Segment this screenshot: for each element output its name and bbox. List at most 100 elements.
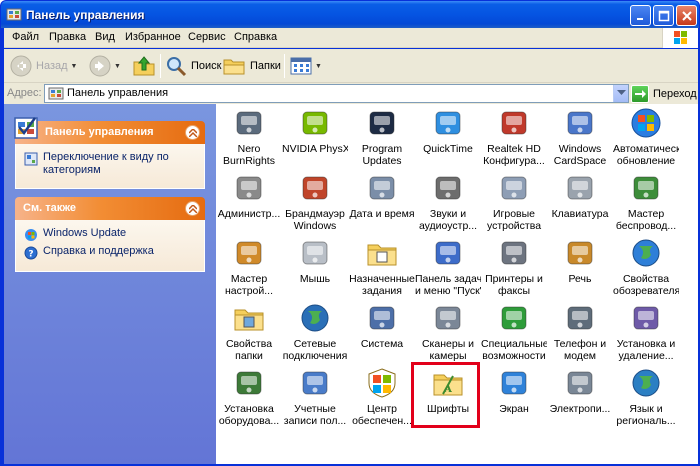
control-panel-item[interactable]: Система [349,301,415,350]
control-panel-item[interactable]: Панель задач и меню "Пуск" [415,236,481,297]
back-arrow-icon [10,55,32,77]
minimize-button[interactable] [630,5,651,26]
help-icon: ? [24,246,38,260]
item-label-line1: Nero [237,143,261,155]
item-label-line2: беспровод... [615,220,677,232]
control-panel-item[interactable]: Свойства обозревателя [613,236,679,297]
collapse-chevron-icon[interactable] [185,125,200,140]
item-label-line2: подключения [282,350,348,362]
see-also-section-title: См. также [23,202,76,214]
control-panel-item[interactable]: Клавиатура [547,171,613,220]
windows-update-link[interactable]: Windows Update [24,227,198,242]
menu-view[interactable]: Вид [95,31,115,43]
taskbar-icon [435,241,461,265]
network-icon [301,304,329,332]
item-label-line1: NVIDIA PhysX [282,143,348,155]
accessibility-icon [501,306,527,330]
go-button[interactable]: Переход [631,84,697,103]
control-panel-item[interactable]: Брандмауэр Windows [282,171,348,232]
control-panel-item[interactable]: Телефон и модем [547,301,613,362]
control-panel-item[interactable]: Установка и удаление... [613,301,679,362]
item-label-line1: Речь [568,273,592,285]
clock-icon [369,176,395,200]
item-label-line1: Клавиатура [551,208,609,220]
control-panel-item[interactable]: Принтеры и факсы [481,236,547,297]
windows-update-icon [25,229,37,241]
up-folder-button[interactable] [132,53,156,79]
control-panel-item[interactable]: Мастер беспровод... [613,171,679,232]
control-panel-item[interactable]: Назначенные задания [349,236,415,297]
title-bar[interactable]: Панель управления [1,1,699,28]
item-label-line1: Учетные [294,403,336,415]
menu-tools[interactable]: Сервис [188,31,226,43]
item-label-line2: BurnRights [223,155,275,167]
menu-bar: Файл Правка Вид Избранное Сервис Справка [4,28,698,48]
control-panel-item[interactable]: NVIDIA PhysX [282,106,348,155]
control-panel-item[interactable]: Windows CardSpace [547,106,613,167]
item-label-line1: Мастер [230,273,268,285]
control-panel-item[interactable]: Учетные записи пол... [282,366,348,427]
item-label-line1: Шрифты [426,403,470,415]
views-dropdown-icon[interactable]: ▼ [315,63,322,70]
speaker-icon [435,176,461,200]
control-panel-item[interactable]: Мышь [282,236,348,285]
svg-text:?: ? [28,250,33,260]
admin-tools-icon [236,176,262,200]
control-panel-item[interactable]: Realtek HD Конфигура... [481,106,547,167]
control-panel-section-header[interactable]: Панель управления [14,117,205,144]
control-panel-item[interactable]: Дата и время [349,171,415,220]
control-panel-item[interactable]: Сканеры и камеры [415,301,481,362]
control-panel-item[interactable]: Администр... [216,171,282,220]
item-label-line1: Сканеры и [421,338,475,350]
close-button[interactable] [676,5,697,26]
see-also-section-header[interactable]: См. также [15,197,205,220]
back-button[interactable]: Назад ▼ [10,53,77,79]
item-label-line2: и меню "Пуск" [415,285,481,297]
see-also-section-body: Windows Update ? Справка и поддержка [15,220,205,272]
address-input[interactable]: Панель управления [44,84,629,103]
control-panel-item[interactable]: Специальные возможности [481,301,547,362]
views-button[interactable]: ▼ [290,53,322,79]
forward-dropdown-icon[interactable]: ▼ [114,63,121,70]
phone-icon [567,306,593,330]
menu-edit[interactable]: Правка [49,31,86,43]
item-label-line2: региональ... [616,415,676,427]
help-and-support-link[interactable]: ? Справка и поддержка [24,245,198,260]
control-panel-item[interactable]: Program Updates [349,106,415,167]
address-dropdown-button[interactable] [613,85,628,102]
control-panel-item[interactable]: Речь [547,236,613,285]
folders-button[interactable]: Папки [222,53,281,79]
control-panel-item[interactable]: Сетевые подключения [282,301,348,362]
maximize-button[interactable] [653,5,674,26]
control-panel-item[interactable]: Nero BurnRights [216,106,282,167]
control-panel-item[interactable]: Автоматическ...обновление [613,106,679,167]
control-panel-small-icon [48,87,64,100]
back-dropdown-icon[interactable]: ▼ [71,63,78,70]
menu-file[interactable]: Файл [12,31,39,43]
control-panel-item[interactable]: Электропи... [547,366,613,415]
control-panel-item[interactable]: Звуки и аудиоустр... [415,171,481,232]
category-view-icon [24,152,38,166]
control-panel-item[interactable]: QuickTime [415,106,481,155]
item-label-line1: Автоматическ... [613,143,679,155]
item-label-line2: удаление... [618,350,674,362]
speech-icon [567,241,593,265]
menu-favorites[interactable]: Избранное [125,31,181,43]
control-panel-item[interactable]: Центр обеспечен... [349,366,415,427]
search-button[interactable]: Поиск [165,53,221,79]
control-panel-item[interactable]: Экран [481,366,547,415]
forward-button[interactable]: ▼ [89,53,121,79]
control-panel-item[interactable]: Мастер настрой... [216,236,282,297]
control-panel-item[interactable]: Игровые устройства [481,171,547,232]
item-label-line2: факсы [498,285,530,297]
control-panel-item[interactable]: Язык и региональ... [613,366,679,427]
control-panel-item[interactable]: Свойства папки [216,301,282,362]
control-panel-item[interactable]: Установка оборудова... [216,366,282,427]
power-icon [567,371,593,395]
item-label-line2: Windows [293,220,337,232]
control-panel-item[interactable]: A Шрифты [415,366,481,415]
menu-help[interactable]: Справка [234,31,277,43]
collapse-chevron-icon[interactable] [185,201,200,216]
control-panel-section-body: Переключение к виду по категориям [15,144,205,189]
switch-to-category-view-link[interactable]: Переключение к виду по категориям [24,151,198,177]
